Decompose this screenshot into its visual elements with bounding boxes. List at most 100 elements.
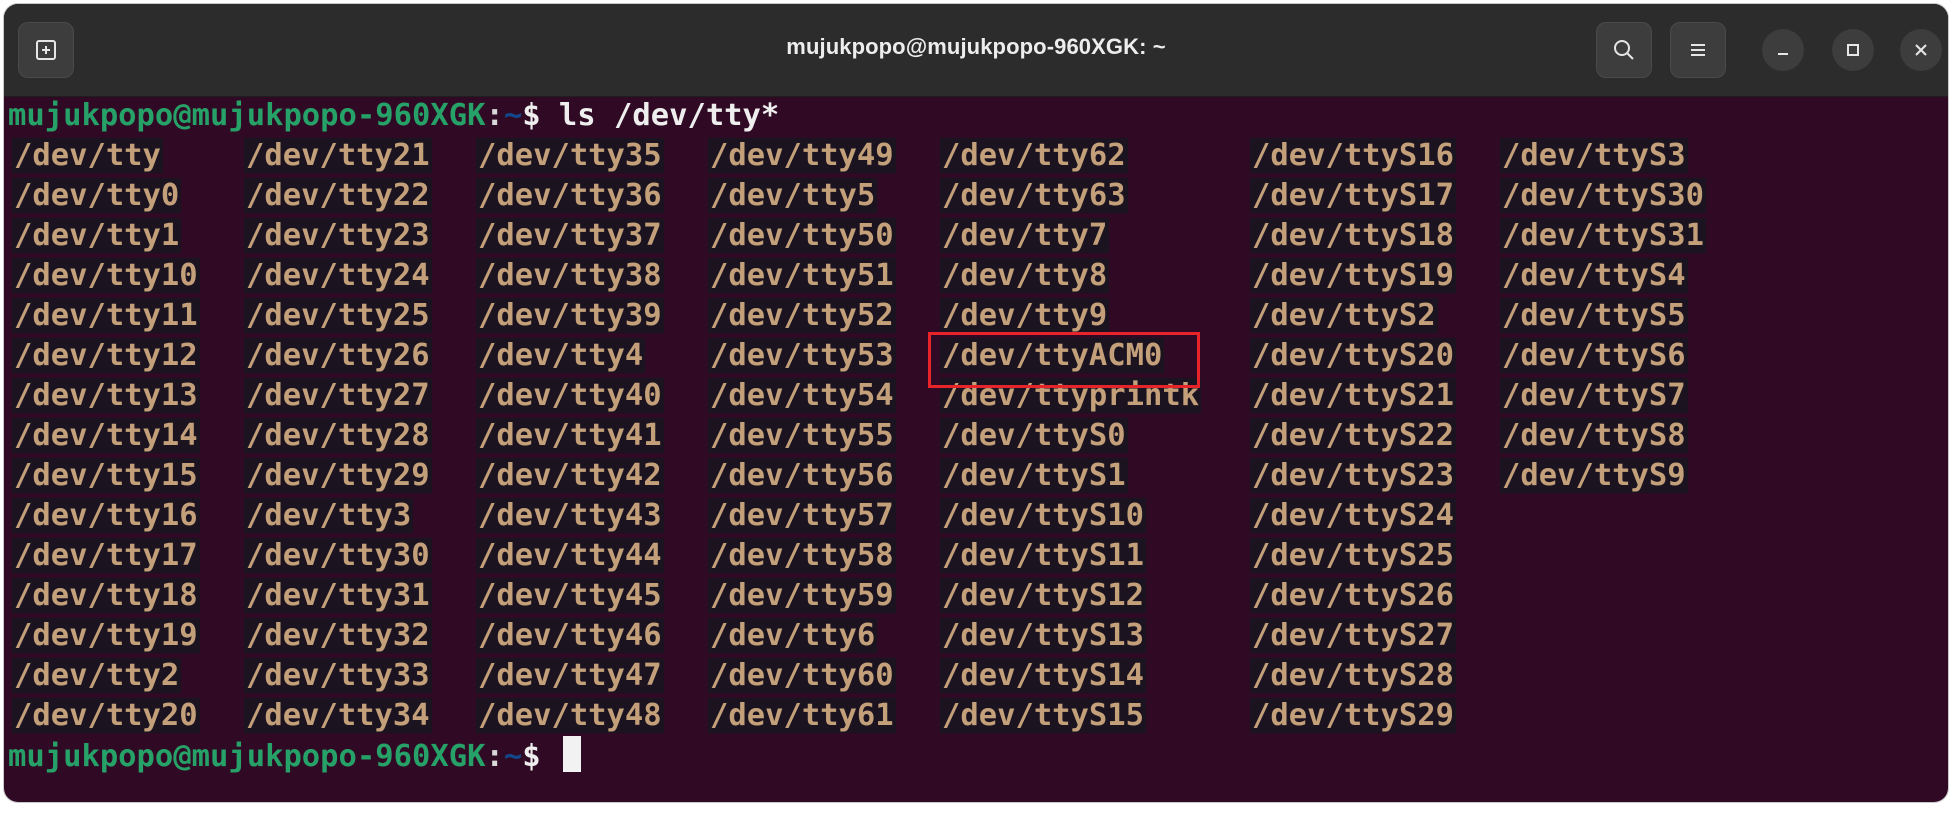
device-entry-text: /dev/tty53 [708,338,896,373]
hamburger-menu-icon [1691,44,1705,56]
device-entry: /dev/tty45 [476,576,664,616]
device-entry: /dev/ttyS7 [1500,376,1688,416]
device-entry: /dev/tty16 [12,496,200,536]
search-button[interactable] [1596,22,1652,78]
device-entry: /dev/tty62 [940,136,1128,176]
device-entry: /dev/ttyS5 [1500,296,1688,336]
device-entry-text: /dev/tty11 [12,298,200,333]
current-prompt-line[interactable]: mujukpopo@mujukpopo-960XGK:~$ [8,736,581,776]
device-entry: /dev/tty49 [708,136,896,176]
device-entry: /dev/tty28 [244,416,432,456]
device-entry-text: /dev/tty40 [476,378,664,413]
device-entry: /dev/tty41 [476,416,664,456]
device-entry: /dev/tty13 [12,376,200,416]
device-entry: /dev/tty51 [708,256,896,296]
device-entry-text: /dev/ttyS20 [1250,338,1456,373]
prompt-path: ~ [503,739,523,774]
device-entry-text: /dev/tty59 [708,578,896,613]
device-entry-text: /dev/tty4 [476,338,646,373]
device-entry: /dev/tty55 [708,416,896,456]
device-entry: /dev/ttyS1 [940,456,1128,496]
device-entry-text: /dev/tty20 [12,698,200,733]
device-entry: /dev/ttyS31 [1500,216,1706,256]
device-entry-text: /dev/ttyS23 [1250,458,1456,493]
device-entry: /dev/ttyS24 [1250,496,1456,536]
device-entry-text: /dev/tty0 [12,178,182,213]
device-entry: /dev/tty39 [476,296,664,336]
device-entry: /dev/tty4 [476,336,646,376]
device-entry: /dev/tty3 [244,496,414,536]
device-entry-text: /dev/ttyS13 [940,618,1146,653]
device-entry-text: /dev/tty27 [244,378,432,413]
device-entry: /dev/tty38 [476,256,664,296]
device-entry: /dev/tty [12,136,163,176]
menu-button[interactable] [1670,22,1726,78]
device-entry-text: /dev/ttyS27 [1250,618,1456,653]
device-entry-text: /dev/tty32 [244,618,432,653]
terminal-output[interactable]: mujukpopo@mujukpopo-960XGK:~$ ls /dev/tt… [8,96,1948,802]
prompt-user-host: mujukpopo@mujukpopo-960XGK [8,739,486,774]
device-entry-text: /dev/tty60 [708,658,896,693]
device-entry: /dev/ttyS29 [1250,696,1456,736]
device-entry-text: /dev/tty14 [12,418,200,453]
device-entry-text: /dev/tty3 [244,498,414,533]
device-entry-text: /dev/tty2 [12,658,182,693]
device-entry-text: /dev/ttyS6 [1500,338,1688,373]
device-entry-text: /dev/tty36 [476,178,664,213]
device-entry: /dev/tty20 [12,696,200,736]
device-entry-text: /dev/ttyS8 [1500,418,1688,453]
close-button[interactable] [1900,29,1942,71]
device-entry: /dev/ttyS25 [1250,536,1456,576]
device-entry-text: /dev/ttyS16 [1250,138,1456,173]
device-entry-text: /dev/ttyS4 [1500,258,1688,293]
device-entry-text: /dev/tty19 [12,618,200,653]
prompt-user-host: mujukpopo@mujukpopo-960XGK [8,98,486,133]
maximize-icon [1847,44,1859,56]
device-entry: /dev/tty5 [708,176,878,216]
device-entry-text: /dev/tty55 [708,418,896,453]
device-entry: /dev/ttyS28 [1250,656,1456,696]
device-entry-text: /dev/tty23 [244,218,432,253]
device-entry-text: /dev/ttyS9 [1500,458,1688,493]
search-icon [1614,40,1634,60]
device-entry-text: /dev/ttyS14 [940,658,1146,693]
device-entry-text: /dev/tty43 [476,498,664,533]
device-entry-text: /dev/tty17 [12,538,200,573]
device-entry-text: /dev/tty18 [12,578,200,613]
device-entry: /dev/ttyS19 [1250,256,1456,296]
device-entry-text: /dev/tty24 [244,258,432,293]
device-entry: /dev/ttyS21 [1250,376,1456,416]
device-entry: /dev/tty43 [476,496,664,536]
device-entry-text: /dev/tty46 [476,618,664,653]
device-entry: /dev/tty54 [708,376,896,416]
device-entry: /dev/tty46 [476,616,664,656]
device-entry-text: /dev/tty33 [244,658,432,693]
minimize-icon [1778,53,1788,55]
device-entry-text: /dev/tty6 [708,618,878,653]
device-entry: /dev/ttyS6 [1500,336,1688,376]
device-entry-text: /dev/ttyS11 [940,538,1146,573]
device-entry-text: /dev/tty25 [244,298,432,333]
device-entry-text: /dev/ttyS7 [1500,378,1688,413]
maximize-button[interactable] [1832,29,1874,71]
device-entry: /dev/tty29 [244,456,432,496]
device-entry: /dev/tty60 [708,656,896,696]
title-bar: mujukpopo@mujukpopo-960XGK: ~ [4,4,1948,97]
device-entry: /dev/tty47 [476,656,664,696]
device-entry: /dev/tty22 [244,176,432,216]
device-entry: /dev/tty1 [12,216,182,256]
device-entry: /dev/ttyS18 [1250,216,1456,256]
device-entry-text: /dev/ttyS26 [1250,578,1456,613]
device-entry: /dev/tty23 [244,216,432,256]
device-entry: /dev/tty19 [12,616,200,656]
minimize-button[interactable] [1762,29,1804,71]
device-entry: /dev/ttyS3 [1500,136,1688,176]
device-entry-text: /dev/tty63 [940,178,1128,213]
device-entry: /dev/tty9 [940,296,1110,336]
device-entry-text: /dev/tty35 [476,138,664,173]
device-entry-text: /dev/tty10 [12,258,200,293]
device-entry-text: /dev/tty5 [708,178,878,213]
device-entry-text: /dev/ttyS25 [1250,538,1456,573]
terminal-window: mujukpopo@mujukpopo-960XGK: ~ mujukpopo@… [4,4,1948,802]
device-entry-text: /dev/ttyS0 [940,418,1128,453]
